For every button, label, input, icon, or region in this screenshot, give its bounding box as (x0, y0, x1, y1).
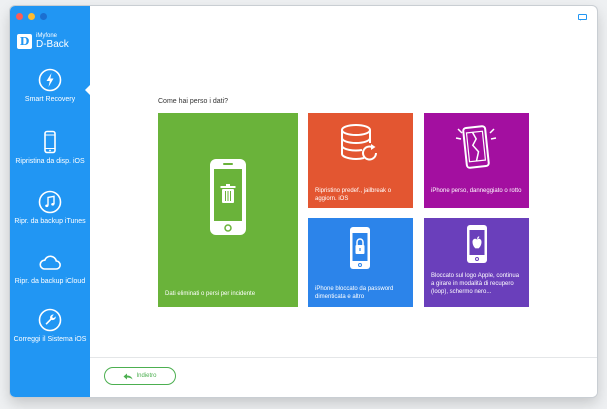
back-button-label: Indietro (136, 373, 157, 379)
tile-label: iPhone bloccato da password dimenticata … (315, 286, 394, 300)
tile-lost-broken[interactable]: iPhone perso, danneggiato o rotto (424, 113, 529, 208)
iphone-icon (44, 130, 56, 154)
phone-apple-icon (467, 225, 487, 263)
sidebar-item-label: Ripr. da backup iTunes (14, 218, 86, 225)
sidebar-item-label: Correggi il Sistema iOS (13, 336, 87, 343)
page-question: Come hai perso i dati? (158, 98, 229, 105)
sidebar-item-ios-device[interactable]: Ripristina da disp. iOS (10, 130, 90, 166)
phone-trash-icon (210, 159, 246, 235)
logo-mark: D (17, 34, 32, 49)
tile-deleted-data[interactable]: Dati eliminati o persi per incidente (158, 113, 298, 307)
tile-factory-reset[interactable]: Ripristino predef., jailbreak o aggiorn.… (308, 113, 413, 208)
sidebar-item-fix-ios[interactable]: Correggi il Sistema iOS (10, 308, 90, 344)
window-controls (16, 13, 47, 20)
cloud-icon (39, 255, 61, 270)
minimize-window-button[interactable] (28, 13, 35, 20)
lightning-icon (38, 68, 62, 92)
sidebar-item-label: Ripristina da disp. iOS (15, 158, 85, 165)
back-button[interactable]: Indietro (104, 367, 176, 385)
tile-locked-password[interactable]: iPhone bloccato da password dimenticata … (308, 218, 413, 307)
sidebar-item-label: Smart Recovery (24, 96, 76, 103)
tile-label: iPhone perso, danneggiato o rotto (431, 188, 522, 194)
wrench-icon (38, 308, 62, 332)
sidebar-item-itunes-backup[interactable]: Ripr. da backup iTunes (10, 190, 90, 226)
phone-lock-icon (350, 227, 370, 269)
footer-bar: Indietro (90, 357, 597, 397)
tile-stuck-apple-logo[interactable]: Bloccato sul logo Apple, continua a gira… (424, 218, 529, 307)
sidebar-item-icloud-backup[interactable]: Ripr. da backup iCloud (10, 250, 90, 286)
app-window: D iMyfone D-Back Smart Recovery Ripristi… (10, 6, 597, 397)
sidebar-item-smart-recovery[interactable]: Smart Recovery (10, 68, 90, 104)
database-refresh-icon (341, 124, 377, 161)
sidebar-item-label: Ripr. da backup iCloud (14, 278, 86, 285)
music-note-icon (38, 190, 62, 214)
zoom-window-button[interactable] (40, 13, 47, 20)
back-arrow-icon (123, 373, 133, 379)
brand-name-large: D-Back (36, 39, 69, 50)
tile-label: Dati eliminati o persi per incidente (165, 291, 256, 297)
sidebar: D iMyfone D-Back Smart Recovery Ripristi… (10, 6, 90, 397)
broken-phone-icon (455, 125, 497, 169)
tile-label: Bloccato sul logo Apple, continua a gira… (431, 273, 520, 295)
app-logo: D iMyfone D-Back (17, 33, 69, 50)
main-content: Come hai perso i dati? Dati eliminati o … (90, 6, 597, 397)
feedback-icon[interactable] (578, 14, 587, 21)
close-window-button[interactable] (16, 13, 23, 20)
tile-label: Ripristino predef., jailbreak o aggiorn.… (315, 188, 392, 202)
